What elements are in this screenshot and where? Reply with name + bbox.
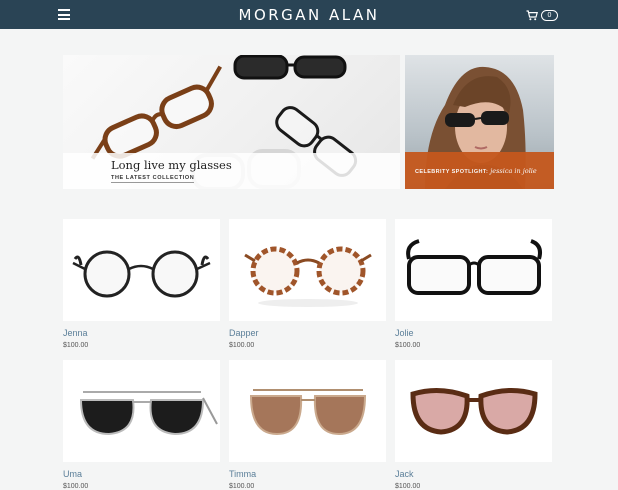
product-price-jenna: $100.00 <box>63 342 89 349</box>
brown-aviator-sunglasses-image <box>249 389 367 436</box>
product-name-timma[interactable]: Timma <box>229 469 256 479</box>
product-image-dapper[interactable] <box>229 219 386 321</box>
top-nav-bar: MORGAN ALAN 0 <box>0 0 618 29</box>
hero-latest-collection[interactable]: Long live my glasses THE LATEST COLLECTI… <box>63 55 400 189</box>
product-image-uma[interactable] <box>63 360 220 462</box>
tortoise-sunglasses-image <box>410 388 538 435</box>
product-image-timma[interactable] <box>229 360 386 462</box>
spotlight-label: CELEBRITY SPOTLIGHT: <box>415 169 489 175</box>
hero-title: Long live my glasses <box>111 158 232 172</box>
round-glasses-image <box>72 250 211 298</box>
product-name-jack[interactable]: Jack <box>395 469 414 479</box>
spotlight-text: CELEBRITY SPOTLIGHT: jessica in jolie <box>415 167 537 175</box>
hero-subtitle-link[interactable]: THE LATEST COLLECTION <box>111 175 195 183</box>
product-image-jenna[interactable] <box>63 219 220 321</box>
product-name-dapper[interactable]: Dapper <box>229 328 259 338</box>
cart-count-badge: 0 <box>541 9 558 21</box>
product-name-jenna[interactable]: Jenna <box>63 328 88 338</box>
aviator-sunglasses-image <box>79 391 218 436</box>
product-price-dapper: $100.00 <box>229 342 255 349</box>
spotlight-name: jessica in jolie <box>490 167 537 175</box>
shopping-cart-icon <box>526 9 538 20</box>
product-image-jolie[interactable] <box>395 219 552 321</box>
cart-button[interactable]: 0 <box>526 9 558 21</box>
product-name-jolie[interactable]: Jolie <box>395 328 414 338</box>
spotlight-caption: CELEBRITY SPOTLIGHT: jessica in jolie <box>405 152 554 189</box>
hero-celebrity-spotlight[interactable]: CELEBRITY SPOTLIGHT: jessica in jolie <box>405 55 554 189</box>
tortoise-round-glasses-image <box>244 246 372 307</box>
product-price-timma: $100.00 <box>229 483 255 490</box>
product-image-jack[interactable] <box>395 360 552 462</box>
black-rectangle-glasses-image <box>406 239 542 295</box>
hero-caption: Long live my glasses THE LATEST COLLECTI… <box>63 153 400 189</box>
product-price-jolie: $100.00 <box>395 342 421 349</box>
product-price-jack: $100.00 <box>395 483 421 490</box>
product-name-uma[interactable]: Uma <box>63 469 82 479</box>
product-price-uma: $100.00 <box>63 483 89 490</box>
